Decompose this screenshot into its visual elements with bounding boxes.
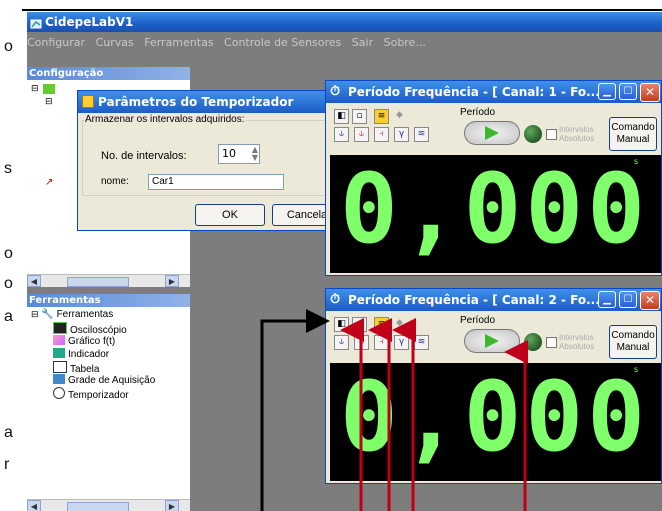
black-arrow [260,309,330,511]
frame-top-border [22,9,662,11]
annotation-arrows [260,309,528,511]
